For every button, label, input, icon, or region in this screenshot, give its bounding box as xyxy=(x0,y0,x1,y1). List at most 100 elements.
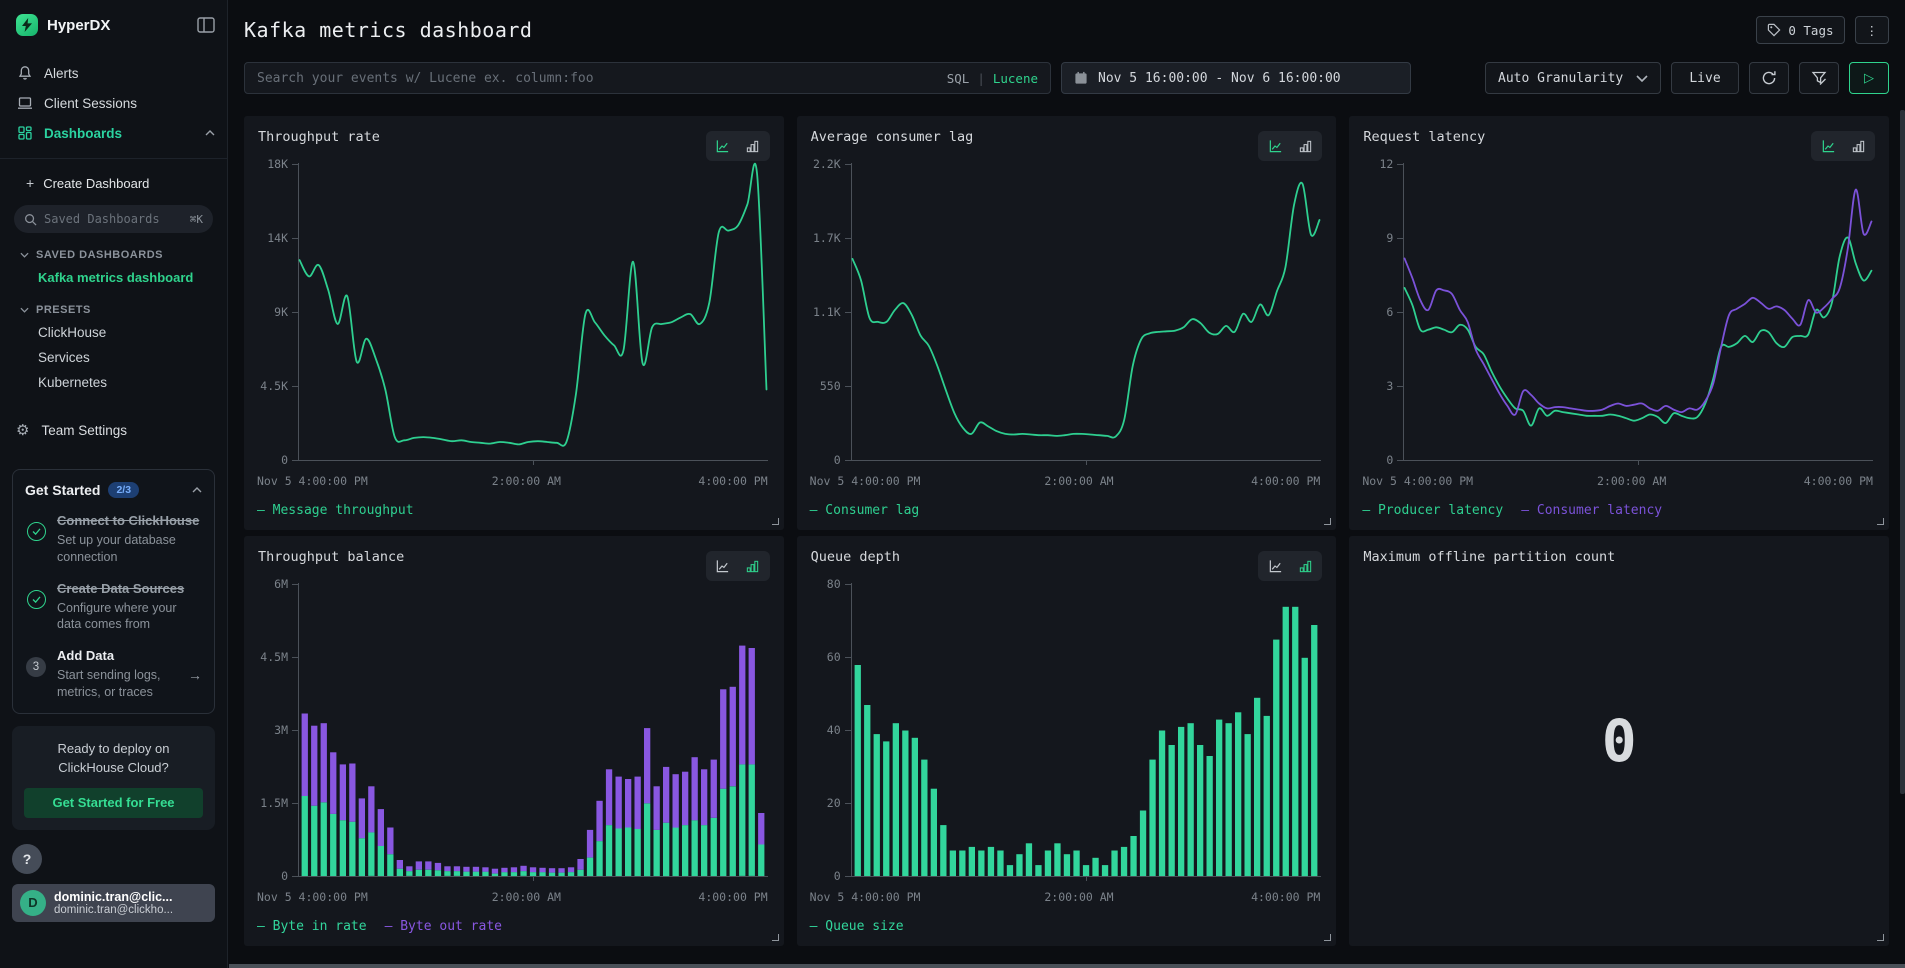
step-desc: Set up your database connection xyxy=(57,532,202,566)
resize-handle[interactable] xyxy=(1877,934,1884,941)
line-chart-icon[interactable] xyxy=(1260,554,1290,578)
legend-item[interactable]: — Queue size xyxy=(810,919,904,934)
sidebar-item-label: Dashboards xyxy=(44,126,122,141)
help-button[interactable]: ? xyxy=(12,844,42,874)
legend-item[interactable]: — Byte in rate xyxy=(257,919,367,934)
user-email: dominic.tran@clickho... xyxy=(54,904,173,916)
get-started-step-connect[interactable]: Connect to ClickHouse Set up your databa… xyxy=(25,513,202,566)
check-circle-icon xyxy=(27,590,46,609)
kebab-icon: ⋮ xyxy=(1866,23,1879,38)
resize-handle[interactable] xyxy=(1877,518,1884,525)
x-axis-labels: Nov 5 4:00:00 PM2:00:00 AM4:00:00 PM xyxy=(810,474,1321,488)
chart-legend: — Queue size xyxy=(810,919,904,934)
horizontal-scrollbar[interactable] xyxy=(229,964,1905,968)
event-search-input[interactable]: Search your events w/ Lucene ex. column:… xyxy=(244,62,1051,94)
presets-section-header[interactable]: PRESETS xyxy=(20,304,215,316)
resize-handle[interactable] xyxy=(1324,518,1331,525)
sidebar-item-clickhouse[interactable]: ClickHouse xyxy=(12,320,215,345)
plot-area[interactable]: 020406080 xyxy=(811,583,1321,881)
x-axis-labels: Nov 5 4:00:00 PM2:00:00 AM4:00:00 PM xyxy=(257,890,768,904)
chevron-up-icon[interactable] xyxy=(192,487,202,493)
chart-legend: — Message throughput xyxy=(257,503,414,518)
arrow-right-icon: → xyxy=(188,667,202,683)
search-icon xyxy=(24,213,37,226)
refresh-button[interactable] xyxy=(1749,62,1789,94)
chart-type-toggle xyxy=(1811,131,1875,161)
saved-dashboards-section-header[interactable]: SAVED DASHBOARDS xyxy=(20,249,215,261)
legend-item[interactable]: — Consumer lag xyxy=(810,503,920,518)
user-name: dominic.tran@clic... xyxy=(54,890,173,904)
create-dashboard-button[interactable]: + Create Dashboard xyxy=(12,169,215,197)
big-number-value: 0 xyxy=(1349,536,1889,946)
plot-area[interactable]: 01.5M3M4.5M6M xyxy=(258,583,768,881)
sidebar-item-alerts[interactable]: Alerts xyxy=(12,58,215,88)
play-icon: ▷ xyxy=(1864,70,1874,86)
vertical-scrollbar[interactable] xyxy=(1900,110,1905,794)
granularity-select[interactable]: Auto Granularity xyxy=(1485,62,1661,94)
progress-badge: 2/3 xyxy=(108,482,139,498)
plot-area[interactable]: 036912 xyxy=(1363,163,1873,465)
sidebar-item-kubernetes[interactable]: Kubernetes xyxy=(12,370,215,395)
sql-mode-toggle[interactable]: SQL xyxy=(947,71,970,86)
sidebar-collapse-icon[interactable] xyxy=(197,17,215,33)
line-chart-icon[interactable] xyxy=(1260,134,1290,158)
app-logo: HyperDX xyxy=(12,14,215,36)
legend-item[interactable]: — Message throughput xyxy=(257,503,414,518)
chart-title: Queue depth xyxy=(811,549,900,565)
bell-icon xyxy=(16,65,33,82)
chevron-down-icon xyxy=(1636,75,1648,82)
step-desc: Start sending logs, metrics, or traces xyxy=(57,667,178,701)
line-chart-icon[interactable] xyxy=(708,134,738,158)
sidebar-item-client-sessions[interactable]: Client Sessions xyxy=(12,88,215,118)
sidebar-item-kafka-dashboard[interactable]: Kafka metrics dashboard xyxy=(12,265,215,290)
chart-title: Request latency xyxy=(1363,129,1485,145)
chart-type-toggle xyxy=(1258,551,1322,581)
legend-item[interactable]: — Producer latency xyxy=(1362,503,1503,518)
date-range-picker[interactable]: Nov 5 16:00:00 - Nov 6 16:00:00 xyxy=(1061,62,1411,94)
sidebar-item-team-settings[interactable]: ⚙ Team Settings xyxy=(12,421,215,439)
hyperdx-logo-icon xyxy=(16,14,38,36)
line-chart-icon[interactable] xyxy=(708,554,738,578)
get-started-step-add-data[interactable]: 3 Add Data Start sending logs, metrics, … xyxy=(25,648,202,701)
chart-max-offline-partition-count: Maximum offline partition count 0 xyxy=(1349,536,1889,946)
legend-item[interactable]: — Consumer latency xyxy=(1521,503,1662,518)
dashboard-grid: Throughput rate 04.5K9K14K18K Nov 5 4:00… xyxy=(244,116,1889,946)
chevron-down-icon xyxy=(20,252,29,258)
bar-chart-icon[interactable] xyxy=(1290,134,1320,158)
resize-handle[interactable] xyxy=(772,518,779,525)
filter-off-button[interactable] xyxy=(1799,62,1839,94)
chart-request-latency: Request latency 036912 Nov 5 4:00:00 PM2… xyxy=(1349,116,1889,530)
lucene-mode-toggle[interactable]: Lucene xyxy=(993,71,1038,86)
bar-chart-icon[interactable] xyxy=(738,554,768,578)
run-query-button[interactable]: ▷ xyxy=(1849,62,1889,94)
plot-area[interactable]: 04.5K9K14K18K xyxy=(258,163,768,465)
line-chart-icon[interactable] xyxy=(1813,134,1843,158)
bar-chart-icon[interactable] xyxy=(738,134,768,158)
kebab-menu-button[interactable]: ⋮ xyxy=(1855,16,1890,44)
step-title: Add Data xyxy=(57,648,178,665)
chevron-up-icon xyxy=(205,130,215,136)
get-started-step-sources[interactable]: Create Data Sources Configure where your… xyxy=(25,581,202,634)
chart-title: Throughput balance xyxy=(258,549,404,565)
bar-chart-icon[interactable] xyxy=(1843,134,1873,158)
tags-button[interactable]: 0 Tags xyxy=(1756,16,1844,44)
sidebar-item-dashboards[interactable]: Dashboards xyxy=(12,118,215,148)
page-title: Kafka metrics dashboard xyxy=(244,18,532,42)
sidebar-item-services[interactable]: Services xyxy=(12,345,215,370)
chart-throughput-balance: Throughput balance 01.5M3M4.5M6M Nov 5 4… xyxy=(244,536,784,946)
brand-name: HyperDX xyxy=(47,17,188,34)
get-started-free-button[interactable]: Get Started for Free xyxy=(24,788,203,818)
resize-handle[interactable] xyxy=(1324,934,1331,941)
live-button[interactable]: Live xyxy=(1671,62,1739,94)
sidebar-divider xyxy=(0,158,227,159)
bar-chart-icon[interactable] xyxy=(1290,554,1320,578)
legend-item[interactable]: — Byte out rate xyxy=(385,919,502,934)
resize-handle[interactable] xyxy=(772,934,779,941)
main-content: Kafka metrics dashboard 0 Tags ⋮ Search … xyxy=(229,0,1905,968)
user-account-button[interactable]: D dominic.tran@clic... dominic.tran@clic… xyxy=(12,884,215,922)
plot-area[interactable]: 05501.1K1.7K2.2K xyxy=(811,163,1321,465)
chart-title: Throughput rate xyxy=(258,129,380,145)
sidebar-item-label: Client Sessions xyxy=(44,96,137,111)
x-axis-labels: Nov 5 4:00:00 PM2:00:00 AM4:00:00 PM xyxy=(257,474,768,488)
saved-dashboards-search-input[interactable]: Saved Dashboards ⌘K xyxy=(14,205,213,233)
